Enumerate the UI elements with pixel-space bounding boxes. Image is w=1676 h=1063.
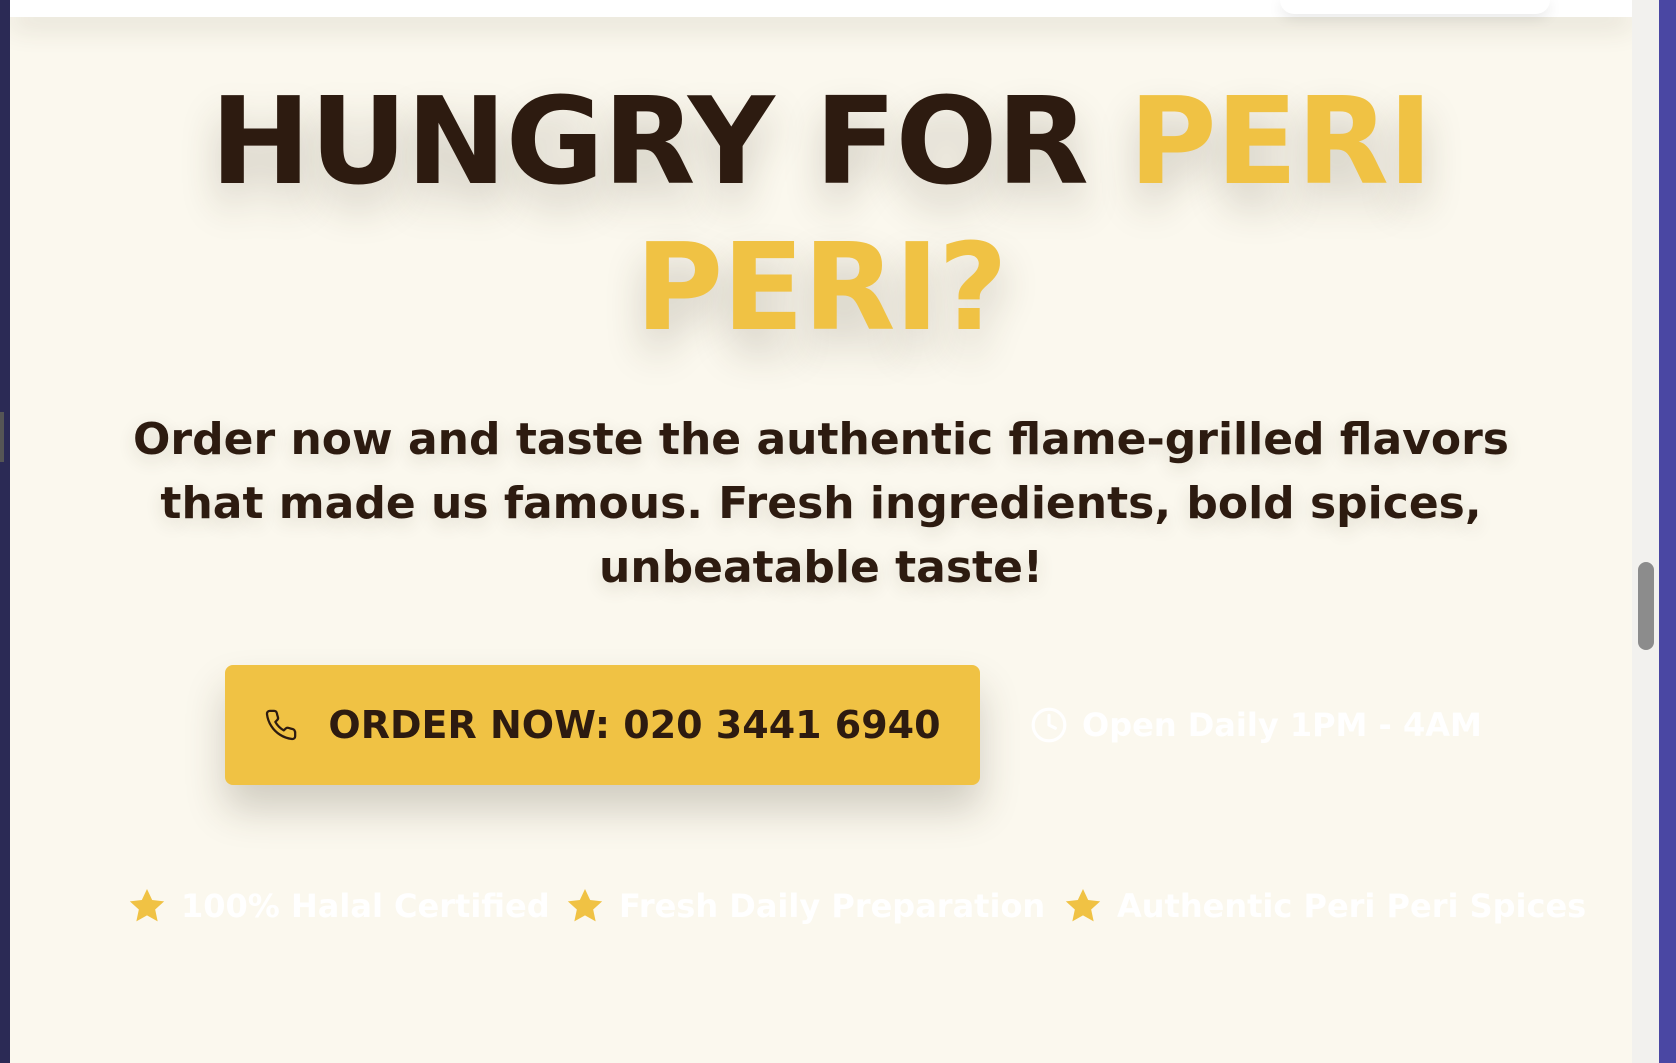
star-icon xyxy=(565,886,605,926)
opening-hours: Open Daily 1PM - 4AM xyxy=(1030,706,1482,744)
phone-icon xyxy=(264,708,298,742)
order-now-button[interactable]: ORDER NOW: 020 3441 6940 xyxy=(225,665,980,785)
feature-label: Authentic Peri Peri Spices xyxy=(1117,887,1587,925)
feature-list: 100% Halal Certified Fresh Daily Prepara… xyxy=(115,880,1586,932)
feature-item-halal: 100% Halal Certified xyxy=(127,880,550,932)
feature-item-spices: Authentic Peri Peri Spices xyxy=(1063,880,1586,932)
hero-headline: HUNGRY FOR PERI PERI? xyxy=(10,70,1632,362)
star-icon xyxy=(1063,886,1103,926)
hero-subtitle: Order now and taste the authentic flame-… xyxy=(133,414,1509,593)
nav-button-edge[interactable] xyxy=(1280,0,1550,14)
window-right-edge xyxy=(1659,0,1676,1063)
feature-label: 100% Halal Certified xyxy=(181,887,550,925)
scrollbar-track[interactable] xyxy=(1632,0,1659,1063)
feature-item-fresh: Fresh Daily Preparation xyxy=(565,880,1045,932)
scrollbar-thumb[interactable] xyxy=(1638,562,1654,650)
feature-label: Fresh Daily Preparation xyxy=(619,887,1046,925)
headline-text: HUNGRY FOR xyxy=(210,73,1129,212)
top-navigation-bar xyxy=(10,0,1632,17)
page-viewport: HUNGRY FOR PERI PERI? Order now and tast… xyxy=(10,0,1632,1063)
clock-icon xyxy=(1030,706,1068,744)
opening-hours-label: Open Daily 1PM - 4AM xyxy=(1082,706,1482,744)
order-now-label: ORDER NOW: 020 3441 6940 xyxy=(328,703,941,747)
cta-row: ORDER NOW: 020 3441 6940 Open Daily 1PM … xyxy=(225,665,1482,785)
window-left-edge xyxy=(0,412,4,462)
star-icon xyxy=(127,886,167,926)
